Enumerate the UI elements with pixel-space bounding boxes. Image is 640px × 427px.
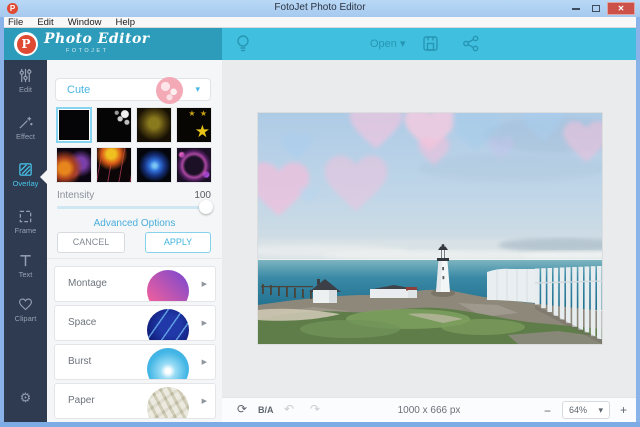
brand-subtitle: FOTOJET bbox=[66, 48, 108, 54]
burst-preview bbox=[147, 348, 189, 380]
chevron-down-icon: ▾ bbox=[598, 405, 603, 416]
photo-lighthouse-with-hearts[interactable] bbox=[258, 113, 602, 344]
overlay-thumbnail-grid bbox=[56, 107, 212, 183]
menu-bar: File Edit Window Help bbox=[0, 17, 640, 28]
paper-preview bbox=[147, 387, 189, 419]
header-brand-section: P Photo Editor FOTOJET bbox=[4, 28, 222, 60]
chevron-right-icon: ▶ bbox=[202, 280, 207, 288]
active-panel-notch bbox=[40, 170, 47, 184]
sidebar-item-clipart[interactable]: Clipart bbox=[4, 297, 47, 329]
menu-file[interactable]: File bbox=[8, 17, 23, 28]
montage-preview bbox=[147, 270, 189, 302]
zoom-level-dropdown[interactable]: 64% ▾ bbox=[562, 401, 610, 419]
sidebar-item-effect[interactable]: Effect bbox=[4, 115, 47, 147]
category-value: Cute bbox=[67, 84, 90, 96]
sidebar-item-edit[interactable]: Edit bbox=[4, 68, 47, 100]
group-paper[interactable]: Paper ▶ bbox=[54, 383, 216, 419]
window-border-left bbox=[0, 17, 4, 422]
overlay-thumb-purple-bokeh-ring[interactable] bbox=[176, 147, 212, 183]
advanced-options-link[interactable]: Advanced Options bbox=[47, 218, 222, 229]
tips-lightbulb-icon[interactable] bbox=[234, 34, 252, 59]
overlay-thumb-firework-streaks[interactable] bbox=[96, 147, 132, 183]
menu-window[interactable]: Window bbox=[68, 17, 102, 28]
settings-gear-icon[interactable]: ⚙ bbox=[4, 390, 47, 406]
minimize-icon bbox=[572, 8, 580, 10]
overlay-thumb-white-hearts-corner[interactable] bbox=[96, 107, 132, 143]
title-bar[interactable]: P FotoJet Photo Editor ✕ bbox=[0, 0, 640, 17]
sidebar-item-text[interactable]: Text bbox=[4, 253, 47, 285]
overlay-thumb-gold-dust[interactable] bbox=[136, 107, 172, 143]
intensity-label: Intensity bbox=[57, 190, 94, 201]
group-burst[interactable]: Burst ▶ bbox=[54, 344, 216, 380]
brand-logo: P bbox=[14, 32, 38, 56]
group-space[interactable]: Space ▶ bbox=[54, 305, 216, 341]
maximize-button[interactable] bbox=[587, 2, 605, 15]
canvas-area bbox=[222, 60, 636, 397]
menu-help[interactable]: Help bbox=[115, 17, 135, 28]
overlay-thumb-red-blue-hearts[interactable] bbox=[56, 107, 92, 143]
intensity-row: Intensity 100 bbox=[57, 190, 211, 201]
window-title: FotoJet Photo Editor bbox=[0, 2, 640, 13]
chevron-right-icon: ▶ bbox=[202, 397, 207, 405]
window-border-right bbox=[636, 17, 640, 422]
status-bar: ⟳ B/A ↶ ↷ 1000 x 666 px − 64% ▾ + bbox=[222, 397, 636, 422]
sidebar-item-frame[interactable]: Frame bbox=[4, 209, 47, 241]
overlay-thumb-blue-sparkles[interactable] bbox=[136, 147, 172, 183]
tool-sidebar: Edit Effect Overlay Frame Text Clipart ⚙ bbox=[4, 60, 47, 422]
menu-edit[interactable]: Edit bbox=[37, 17, 53, 28]
zoom-out-button[interactable]: − bbox=[544, 404, 551, 418]
overlay-thumb-gold-stars[interactable] bbox=[176, 107, 212, 143]
brand-name: Photo Editor bbox=[44, 31, 150, 47]
header-toolbar: Open ▾ bbox=[222, 28, 636, 60]
zoom-level-value: 64% bbox=[569, 405, 587, 415]
save-icon[interactable] bbox=[422, 35, 439, 57]
chevron-down-icon: ▾ bbox=[195, 84, 200, 95]
chevron-right-icon: ▶ bbox=[202, 319, 207, 327]
intensity-value: 100 bbox=[194, 190, 211, 201]
maximize-icon bbox=[592, 5, 600, 12]
category-dropdown[interactable]: Cute ▾ bbox=[55, 78, 211, 101]
minimize-button[interactable] bbox=[567, 2, 585, 15]
space-preview bbox=[147, 309, 189, 341]
intensity-slider[interactable] bbox=[57, 206, 211, 209]
overlay-group-list: Montage ▶ Space ▶ Burst ▶ Paper ▶ bbox=[47, 258, 222, 422]
apply-button[interactable]: APPLY bbox=[145, 232, 211, 253]
open-button[interactable]: Open ▾ bbox=[370, 37, 406, 50]
group-montage[interactable]: Montage ▶ bbox=[54, 266, 216, 302]
category-preview-thumb bbox=[156, 77, 183, 104]
share-icon[interactable] bbox=[462, 35, 480, 57]
cancel-button[interactable]: CANCEL bbox=[57, 232, 125, 253]
window-border-bottom bbox=[0, 422, 640, 427]
close-button[interactable]: ✕ bbox=[607, 2, 635, 15]
zoom-in-button[interactable]: + bbox=[620, 403, 627, 417]
chevron-down-icon: ▾ bbox=[400, 38, 406, 50]
overlay-panel: Cute ▾ Intensity 100 Advanced Options CA… bbox=[47, 60, 222, 422]
close-icon: ✕ bbox=[618, 4, 625, 13]
chevron-right-icon: ▶ bbox=[202, 358, 207, 366]
slider-handle[interactable] bbox=[199, 200, 213, 214]
overlay-thumb-orange-purple-nebula[interactable] bbox=[56, 147, 92, 183]
